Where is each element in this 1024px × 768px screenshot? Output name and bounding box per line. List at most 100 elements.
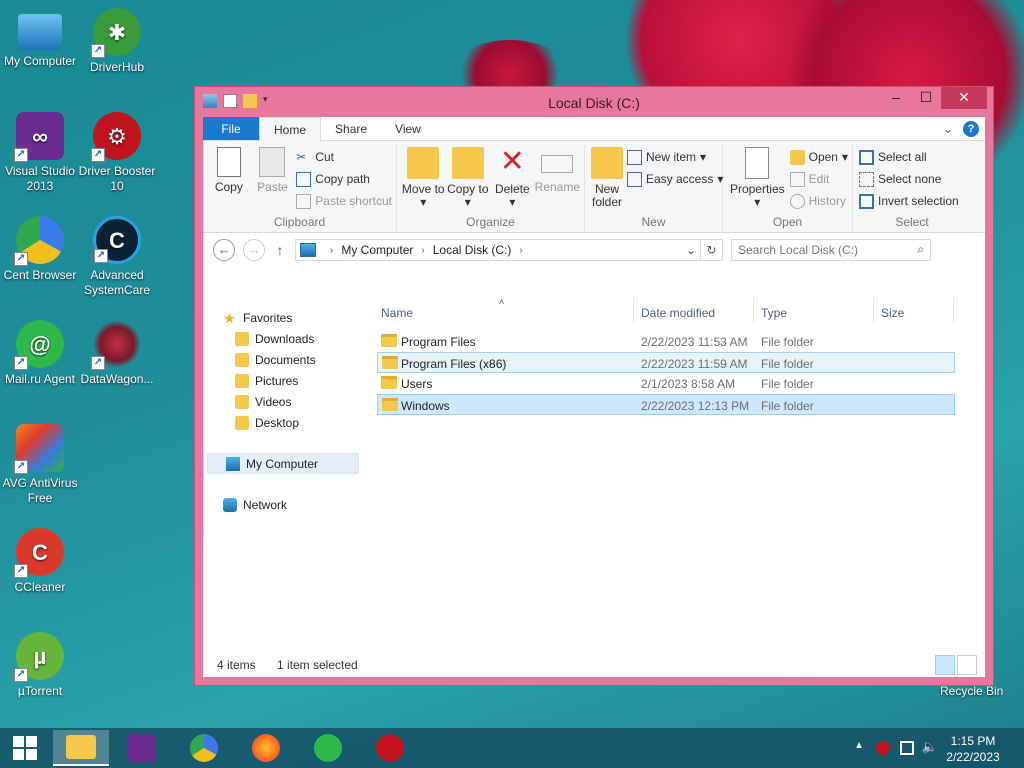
- paste-icon: [259, 147, 286, 177]
- ccleaner-icon: C ↗: [14, 528, 64, 578]
- cut-button[interactable]: ✂ Cut: [296, 149, 392, 165]
- driverhub-icon: ✱ ↗: [91, 8, 141, 58]
- edit-button[interactable]: Edit: [789, 171, 848, 187]
- up-button[interactable]: ↑: [273, 242, 287, 258]
- history-button[interactable]: History: [789, 193, 848, 209]
- back-button[interactable]: ←: [213, 239, 235, 261]
- copy-path-button[interactable]: Copy path: [296, 171, 392, 187]
- ribbon-tabs: File Home Share View ⌄ ?: [203, 117, 985, 142]
- taskbar-file-explorer[interactable]: [53, 730, 109, 766]
- driver-booster-tray-icon[interactable]: [876, 741, 890, 755]
- file-row[interactable]: Program Files 2/22/2023 11:53 AM File fo…: [377, 331, 955, 352]
- tab-view[interactable]: View: [381, 117, 435, 140]
- new-item-button[interactable]: New item ▾: [627, 149, 723, 165]
- forward-button[interactable]: →: [243, 239, 265, 261]
- edit-icon: [789, 171, 805, 187]
- column-size[interactable]: Size: [881, 306, 904, 320]
- title-bar[interactable]: ▾ Local Disk (C:) – ☐ ✕: [195, 87, 993, 117]
- address-row: ← → ↑ › My Computer › Local Disk (C:) › …: [203, 233, 985, 267]
- nav-videos[interactable]: Videos: [203, 391, 363, 412]
- firefox-icon: [252, 734, 280, 762]
- breadcrumb-chevron-icon[interactable]: ›: [330, 245, 333, 256]
- desktop-icon-driver-booster[interactable]: ⚙ ↗ Driver Booster 10: [77, 112, 157, 194]
- file-row[interactable]: Program Files (x86) 2/22/2023 11:59 AM F…: [377, 352, 955, 373]
- datawagon-icon: ↗: [91, 320, 141, 370]
- tab-file[interactable]: File: [203, 117, 259, 140]
- paste-shortcut-icon: [296, 193, 312, 209]
- select-all-button[interactable]: Select all: [859, 149, 959, 165]
- clock[interactable]: 1:15 PM 2/22/2023: [938, 733, 1008, 765]
- file-row-selected[interactable]: Windows 2/22/2023 12:13 PM File folder: [377, 394, 955, 415]
- computer-icon: [226, 456, 240, 471]
- desktop-icon-utorrent[interactable]: µ ↗ µTorrent: [0, 632, 80, 699]
- desktop-icon-driverhub[interactable]: ✱ ↗ DriverHub: [77, 8, 157, 75]
- nav-documents[interactable]: Documents: [203, 349, 363, 370]
- desktop-icon-visual-studio[interactable]: ∞ ↗ Visual Studio 2013: [0, 112, 80, 194]
- minimize-button[interactable]: –: [881, 87, 911, 109]
- driver-booster-icon: [376, 734, 404, 762]
- tab-share[interactable]: Share: [321, 117, 381, 140]
- breadcrumb-my-computer[interactable]: My Computer: [341, 243, 413, 257]
- close-button[interactable]: ✕: [941, 87, 987, 109]
- taskbar-firefox[interactable]: [238, 730, 294, 766]
- network-tray-icon[interactable]: [900, 741, 914, 755]
- desktop-icon-my-computer[interactable]: My Computer: [0, 8, 80, 69]
- folder-icon: [382, 356, 398, 369]
- clipboard-group: Copy Paste ✂ Cut Copy path Paste shortcut…: [203, 145, 397, 231]
- desktop-icon-datawagon[interactable]: ↗ DataWagon...: [77, 320, 157, 387]
- folder-icon: [382, 398, 398, 411]
- breadcrumb-chevron-icon[interactable]: ›: [519, 245, 522, 256]
- open-button[interactable]: Open ▾: [789, 149, 848, 165]
- file-row[interactable]: Users 2/1/2023 8:58 AM File folder: [377, 373, 955, 394]
- maximize-button[interactable]: ☐: [911, 87, 941, 109]
- column-date-modified[interactable]: Date modified: [641, 306, 715, 320]
- nav-downloads[interactable]: Downloads: [203, 328, 363, 349]
- breadcrumb-chevron-icon[interactable]: ›: [421, 245, 424, 256]
- breadcrumb-local-disk[interactable]: Local Disk (C:): [433, 243, 512, 257]
- windows-logo-icon: [13, 736, 37, 760]
- nav-my-computer[interactable]: My Computer: [207, 453, 359, 474]
- large-icons-view-icon[interactable]: [957, 655, 977, 675]
- column-name[interactable]: Name: [381, 306, 413, 320]
- desktop-icon-advanced-systemcare[interactable]: C ↗ Advanced SystemCare: [77, 216, 157, 298]
- volume-muted-icon[interactable]: 🔈: [922, 739, 938, 755]
- select-none-button[interactable]: Select none: [859, 171, 959, 187]
- desktop-icon-mailru-agent[interactable]: @ ↗ Mail.ru Agent: [0, 320, 80, 387]
- mailru-agent-icon: [314, 734, 342, 762]
- ribbon-expand-icon[interactable]: ⌄: [943, 122, 953, 136]
- taskbar-cent-browser[interactable]: [176, 730, 232, 766]
- nav-pictures[interactable]: Pictures: [203, 370, 363, 391]
- easy-access-button[interactable]: Easy access ▾: [627, 171, 723, 187]
- taskbar-mailru-agent[interactable]: [300, 730, 356, 766]
- paste-shortcut-button[interactable]: Paste shortcut: [296, 193, 392, 209]
- open-group: Properties ▾ Open ▾ Edit History Open: [723, 145, 853, 231]
- taskbar-driver-booster[interactable]: [362, 730, 418, 766]
- address-dropdown-icon[interactable]: ⌄: [686, 243, 696, 257]
- column-type[interactable]: Type: [761, 306, 787, 320]
- copy-icon: [216, 147, 241, 177]
- rename-icon: [541, 155, 574, 173]
- search-input[interactable]: Search Local Disk (C:) ⌕: [731, 239, 931, 261]
- details-view-icon[interactable]: [935, 655, 955, 675]
- help-icon[interactable]: ?: [963, 121, 979, 137]
- desktop-icon-ccleaner[interactable]: C ↗ CCleaner: [0, 528, 80, 595]
- visual-studio-icon: [128, 734, 156, 762]
- start-button[interactable]: [0, 730, 50, 766]
- desktop-folder-icon: [235, 415, 249, 430]
- invert-selection-icon: [859, 193, 874, 209]
- computer-icon: [18, 14, 62, 50]
- nav-favorites[interactable]: ★ Favorites: [203, 307, 363, 328]
- nav-network[interactable]: Network: [203, 494, 363, 515]
- computer-icon: [300, 243, 316, 257]
- desktop-icon-avg[interactable]: ↗ AVG AntiVirus Free: [0, 424, 80, 506]
- address-bar[interactable]: › My Computer › Local Disk (C:) › ⌄ ↻: [295, 239, 723, 261]
- show-hidden-icons-icon[interactable]: ▲: [854, 740, 864, 751]
- desktop-icon-cent-browser[interactable]: ↗ Cent Browser: [0, 216, 80, 283]
- invert-selection-button[interactable]: Invert selection: [859, 193, 959, 209]
- desktop-icon-recycle-bin[interactable]: Recycle Bin: [940, 684, 1003, 698]
- nav-desktop[interactable]: Desktop: [203, 412, 363, 433]
- tab-home[interactable]: Home: [259, 117, 322, 142]
- refresh-icon[interactable]: ↻: [700, 240, 722, 260]
- folder-icon: [381, 376, 397, 389]
- taskbar-visual-studio[interactable]: [114, 730, 170, 766]
